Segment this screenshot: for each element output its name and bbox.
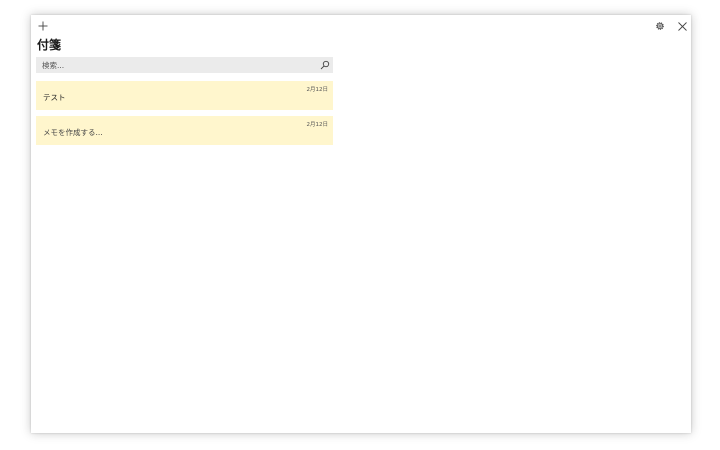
search-icon[interactable] (320, 60, 330, 70)
sticky-notes-window: 付箋 2月12日 テスト 2月12日 メモを作成する... (31, 15, 691, 433)
search-input[interactable] (36, 57, 316, 73)
gear-icon (656, 22, 664, 30)
app-title: 付箋 (37, 38, 62, 52)
new-note-button[interactable] (32, 15, 54, 37)
search-box (36, 57, 333, 73)
note-text: メモを作成する... (43, 128, 103, 137)
note-date: 2月12日 (306, 87, 329, 93)
title-bar (31, 15, 691, 37)
note-text: テスト (43, 93, 66, 102)
close-button[interactable] (671, 15, 693, 37)
plus-icon (38, 21, 48, 31)
settings-button[interactable] (649, 15, 671, 37)
note-card[interactable]: 2月12日 テスト (36, 81, 333, 110)
note-list: 2月12日 テスト 2月12日 メモを作成する... (36, 81, 333, 151)
note-date: 2月12日 (306, 122, 329, 128)
close-icon (677, 21, 687, 31)
note-card[interactable]: 2月12日 メモを作成する... (36, 116, 333, 145)
